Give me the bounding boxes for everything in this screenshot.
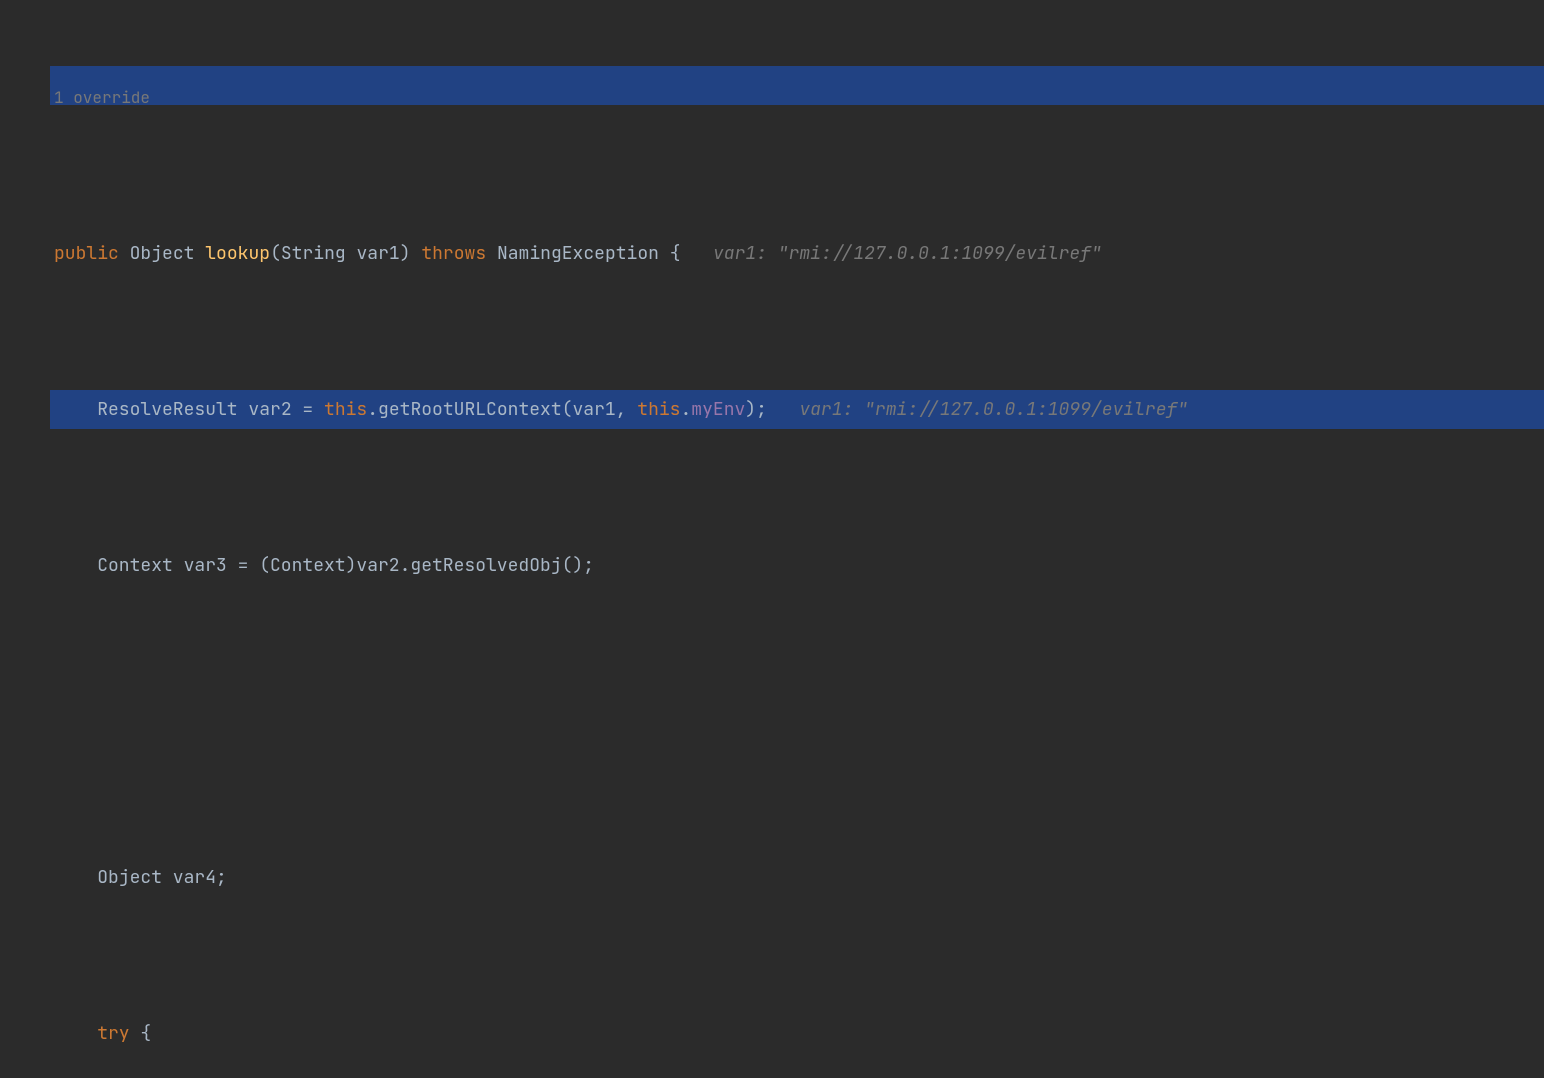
paren: ( [562, 398, 573, 421]
dot: . [367, 398, 378, 421]
keyword-this: this [324, 398, 367, 421]
code-line-6[interactable]: try { [50, 1014, 1544, 1053]
type: ResolveResult [97, 398, 237, 421]
code-text: Context var3 = (Context)var2.getResolved… [97, 554, 594, 577]
keyword-throws: throws [421, 242, 486, 265]
code-line-blank[interactable] [50, 702, 1544, 741]
param-type: String [281, 242, 346, 265]
paren: ) [400, 242, 411, 265]
code-line-3[interactable]: Context var3 = (Context)var2.getResolved… [50, 546, 1544, 585]
comma: , [616, 398, 638, 421]
exception-type: NamingException [497, 242, 659, 265]
paren: ( [270, 242, 281, 265]
code-line-1[interactable]: public Object lookup(String var1) throws… [50, 234, 1544, 273]
keyword-try: try [97, 1022, 129, 1045]
type-object: Object [130, 242, 195, 265]
override-hint-line[interactable]: 1 override [50, 78, 1544, 117]
code-text: Object var4; [97, 866, 227, 889]
code-line-2-highlighted[interactable]: ResolveResult var2 = this.getRootURLCont… [50, 390, 1544, 429]
code-editor[interactable]: 1 override public Object lookup(String v… [50, 0, 1544, 539]
editor-gutter[interactable] [0, 0, 50, 539]
brace: { [130, 1022, 152, 1045]
inline-debug-hint: var1: "rmi://127.0.0.1:1099/evilref" [799, 398, 1188, 421]
var-name: var2 [248, 398, 291, 421]
keyword-this: this [637, 398, 680, 421]
keyword-public: public [54, 242, 119, 265]
arg: var1 [572, 398, 615, 421]
code-line-5[interactable]: Object var4; [50, 858, 1544, 897]
brace: { [659, 242, 681, 265]
paren: ); [745, 398, 767, 421]
field-ref: myEnv [691, 398, 745, 421]
inline-debug-hint: var1: "rmi://127.0.0.1:1099/evilref" [713, 242, 1102, 265]
method-name: lookup [205, 242, 270, 265]
method-call: getRootURLContext [378, 398, 562, 421]
dot: . [680, 398, 691, 421]
eq: = [292, 398, 324, 421]
param-name: var1 [357, 242, 400, 265]
override-hint[interactable]: 1 override [54, 87, 150, 108]
